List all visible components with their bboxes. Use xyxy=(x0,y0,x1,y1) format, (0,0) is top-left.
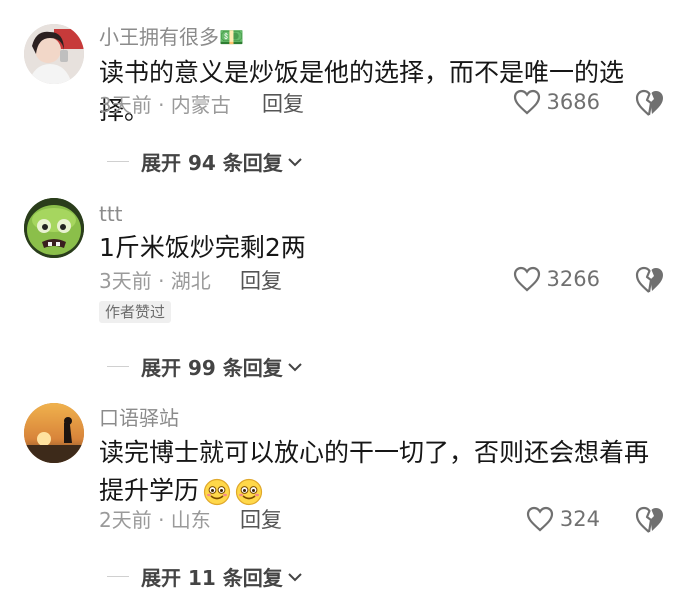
broken-heart-icon xyxy=(635,89,663,116)
comment-text: 读完博士就可以放心的干一切了，否则还会想着再提升学历 xyxy=(99,434,669,510)
username[interactable]: 口语驿站 xyxy=(99,406,179,430)
comment-text-content: 读完博士就可以放心的干一切了，否则还会想着再提升学历 xyxy=(99,438,650,505)
chevron-down-icon xyxy=(288,157,302,166)
expand-replies-button[interactable]: 展开 99 条回复 xyxy=(107,352,304,381)
expand-replies-button[interactable]: 展开 94 条回复 xyxy=(107,147,304,176)
smile-emoji-icon xyxy=(203,472,267,510)
avatar[interactable] xyxy=(24,198,84,258)
author-liked-badge: 作者赞过 xyxy=(99,301,172,323)
like-count: 324 xyxy=(559,507,600,531)
avatar[interactable] xyxy=(24,24,84,84)
dislike-button[interactable] xyxy=(634,265,666,295)
comment-meta: 3天前 · 内蒙古 xyxy=(99,93,231,117)
reply-button[interactable]: 回复 xyxy=(240,268,282,294)
broken-heart-icon xyxy=(635,506,663,533)
chevron-down-icon xyxy=(288,572,302,581)
username[interactable]: ttt xyxy=(99,202,123,226)
reply-button[interactable]: 回复 xyxy=(240,507,282,533)
heart-outline-icon xyxy=(513,89,540,115)
divider-line xyxy=(107,575,129,578)
avatar[interactable] xyxy=(24,403,84,463)
dislike-button[interactable] xyxy=(634,88,666,118)
expand-replies-label: 展开 94 条回复 xyxy=(141,151,283,175)
like-button[interactable]: 324 xyxy=(526,506,600,532)
comment-text: 1斤米饭炒完剩2两 xyxy=(99,233,306,262)
comment-meta: 2天前 · 山东 xyxy=(99,508,211,532)
like-count: 3686 xyxy=(546,90,600,114)
heart-outline-icon xyxy=(526,506,554,532)
like-button[interactable]: 3686 xyxy=(513,89,600,115)
reply-button[interactable]: 回复 xyxy=(262,91,304,117)
divider-line xyxy=(107,365,129,368)
username[interactable]: 小王拥有很多💵 xyxy=(99,25,244,49)
expand-replies-label: 展开 99 条回复 xyxy=(141,356,283,380)
heart-outline-icon xyxy=(513,266,540,292)
like-count: 3266 xyxy=(546,267,600,291)
expand-replies-button[interactable]: 展开 11 条回复 xyxy=(107,562,304,591)
divider-line xyxy=(107,160,129,163)
expand-replies-label: 展开 11 条回复 xyxy=(141,566,283,590)
broken-heart-icon xyxy=(635,266,663,293)
dislike-button[interactable] xyxy=(634,505,666,535)
chevron-down-icon xyxy=(288,362,302,371)
comment-meta: 3天前 · 湖北 xyxy=(99,269,211,293)
like-button[interactable]: 3266 xyxy=(513,266,600,292)
